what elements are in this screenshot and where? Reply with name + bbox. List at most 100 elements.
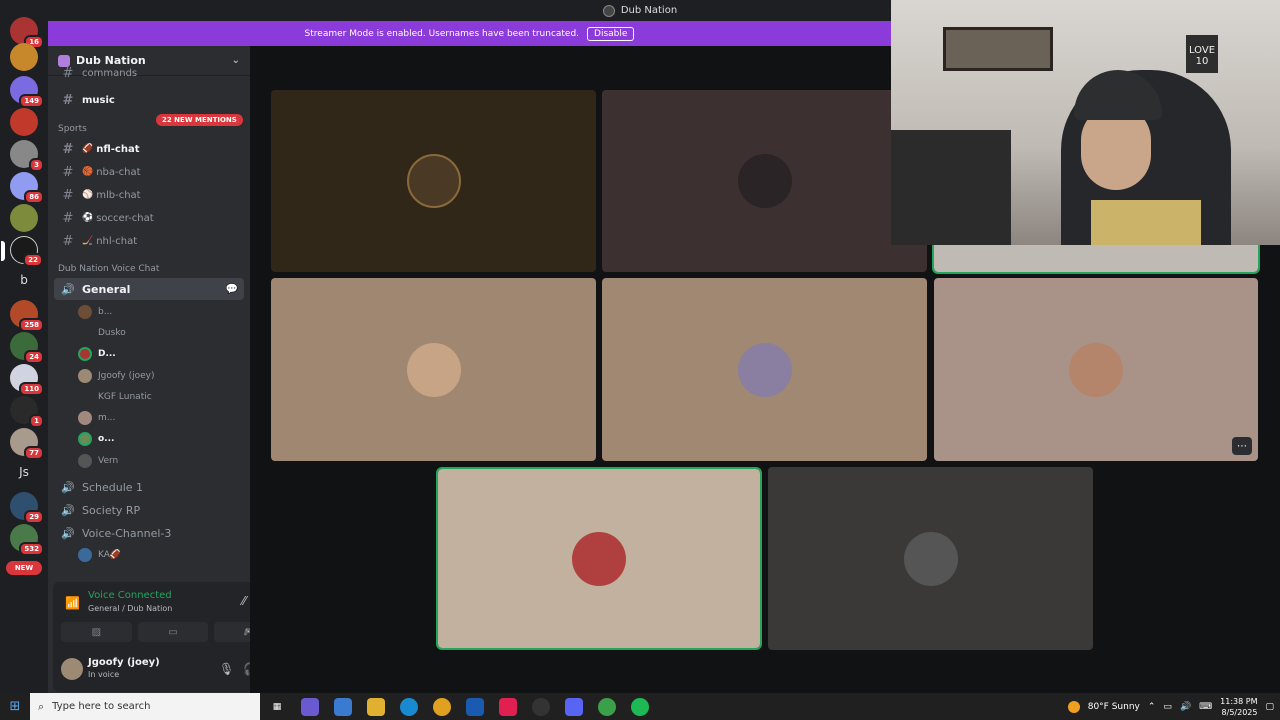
chrome-icon[interactable] — [598, 697, 616, 716]
voice-location[interactable]: General / Dub Nation — [88, 604, 172, 613]
server-icon[interactable]: 16 — [10, 17, 44, 49]
server-icon[interactable]: 110 — [10, 364, 44, 396]
camera-off-icon[interactable]: ▨ — [61, 622, 132, 642]
server-icon[interactable]: Js — [10, 458, 38, 486]
discord-icon[interactable] — [565, 697, 583, 716]
tiktok-icon[interactable] — [499, 697, 517, 716]
server-icon-active[interactable]: 22 — [1, 236, 43, 267]
server-icon[interactable]: 86 — [10, 172, 44, 204]
store-icon[interactable] — [334, 697, 352, 716]
voice-channel-3[interactable]: 🔊 Voice-Channel-3 — [54, 522, 244, 544]
server-icon[interactable]: b — [10, 266, 38, 294]
server-icon[interactable] — [10, 204, 38, 232]
participant-tile[interactable] — [271, 278, 596, 461]
voice-channel-general[interactable]: 🔊 General 💬 — [54, 278, 244, 300]
server-logo-icon — [602, 4, 615, 17]
keyboard-icon[interactable]: ⌨ — [1199, 702, 1212, 712]
voice-status[interactable]: Voice Connected — [88, 590, 172, 601]
taskbar-search[interactable]: ⌕ Type here to search — [30, 693, 260, 720]
server-icon[interactable]: 258 — [10, 300, 44, 332]
channel-label: commands — [82, 67, 138, 79]
channel-nhl-chat[interactable]: # 🏒 nhl-chat — [54, 231, 244, 251]
server-icon[interactable]: 149 — [10, 76, 44, 108]
server-icon[interactable]: 29 — [10, 492, 44, 524]
screen-share-icon[interactable]: ▭ — [137, 622, 209, 642]
server-icon[interactable] — [10, 108, 38, 136]
avatar — [78, 369, 92, 383]
participant-tile[interactable] — [768, 467, 1093, 650]
outlook-icon[interactable] — [466, 697, 484, 716]
participant-tile[interactable] — [602, 278, 927, 461]
server-icon[interactable]: 3 — [10, 140, 44, 172]
notifications-icon[interactable]: ▢ — [1265, 702, 1274, 712]
disable-button[interactable]: Disable — [587, 26, 635, 41]
voice-member[interactable]: Vern — [78, 451, 118, 471]
participant-tile[interactable] — [271, 90, 596, 272]
voice-member[interactable]: m... — [78, 408, 115, 428]
server-icon[interactable]: 1 — [10, 396, 44, 428]
hash-icon: # — [62, 233, 74, 249]
chrome-icon[interactable] — [433, 697, 451, 716]
chevron-up-icon[interactable]: ⌃ — [1148, 702, 1156, 712]
task-view-icon[interactable]: ▦ — [268, 698, 286, 716]
file-explorer-icon[interactable] — [367, 697, 385, 716]
category-voice[interactable]: Dub Nation Voice Chat — [58, 264, 159, 274]
window-title: Dub Nation — [620, 5, 678, 16]
sun-icon[interactable] — [1067, 700, 1080, 713]
network-icon[interactable]: ▭ — [1163, 702, 1172, 712]
voice-member[interactable]: D... — [78, 344, 116, 364]
channel-sidebar: Dub Nation ⌄ # commands # music 22 NEW M… — [48, 46, 293, 693]
clock[interactable]: 11:38 PM 8/5/2025 — [1220, 696, 1257, 718]
signal-icon[interactable]: 📶 — [65, 596, 80, 610]
unread-badge: 24 — [24, 350, 44, 364]
channel-mlb-chat[interactable]: # ⚾ mlb-chat — [54, 185, 244, 205]
username[interactable]: Jgoofy (joey) — [88, 657, 160, 668]
chat-bubble-icon[interactable]: 💬 — [226, 284, 238, 295]
microphone-icon[interactable]: 🎙 — [219, 662, 234, 676]
participant-tile[interactable]: ⋯ — [934, 278, 1258, 461]
avatar — [78, 548, 92, 562]
weather-text[interactable]: 80°F Sunny — [1088, 702, 1140, 712]
noise-suppression-icon[interactable]: ⁄⁄ — [242, 594, 246, 608]
channel-commands[interactable]: # commands — [54, 67, 244, 79]
voice-member[interactable]: Jgoofy (joey) — [78, 366, 154, 386]
taskbar-apps: ▦ — [268, 697, 649, 716]
new-mentions-badge[interactable]: 22 NEW MENTIONS — [156, 114, 243, 126]
obs-icon[interactable] — [532, 697, 550, 716]
channel-nfl-chat[interactable]: # 🏈 nfl-chat — [54, 139, 244, 159]
edge-icon[interactable] — [400, 697, 418, 716]
unread-badge: 1 — [29, 414, 44, 428]
participant-tile-speaking[interactable] — [436, 467, 762, 650]
server-icon[interactable] — [10, 43, 38, 71]
channel-soccer-chat[interactable]: # ⚽ soccer-chat — [54, 208, 244, 228]
voice-channel-schedule-1[interactable]: 🔊 Schedule 1 — [54, 476, 244, 498]
user-status: In voice — [88, 670, 120, 679]
volume-icon[interactable]: 🔊 — [1180, 702, 1191, 712]
server-icon[interactable]: 532 — [10, 524, 44, 556]
channel-music[interactable]: # music — [54, 90, 244, 110]
time: 11:38 PM — [1220, 696, 1258, 706]
wall-poster-image — [943, 27, 1053, 71]
participant-tile[interactable] — [602, 90, 927, 272]
voice-member[interactable]: KGF Lunatic — [78, 387, 152, 407]
voice-channel-society-rp[interactable]: 🔊 Society RP — [54, 499, 244, 521]
shelf-image — [891, 130, 1011, 245]
webcam-overlay: LOVE 10 — [891, 0, 1280, 245]
category-sports[interactable]: Sports — [58, 124, 87, 134]
spotify-icon[interactable] — [631, 697, 649, 716]
new-servers-badge[interactable]: NEW — [6, 561, 42, 575]
server-icon[interactable]: 24 — [10, 332, 44, 364]
channel-label: Schedule 1 — [82, 480, 144, 494]
windows-start-icon[interactable]: ⊞ — [0, 699, 30, 714]
copilot-icon[interactable] — [301, 697, 319, 716]
voice-member[interactable]: o... — [78, 429, 114, 449]
voice-member[interactable]: Dusko — [78, 323, 126, 343]
channel-nba-chat[interactable]: # 🏀 nba-chat — [54, 162, 244, 182]
voice-member[interactable]: b... — [78, 302, 112, 322]
unread-badge: 22 — [23, 253, 43, 267]
avatar — [737, 342, 792, 397]
avatar[interactable] — [61, 658, 83, 680]
more-options-icon[interactable]: ⋯ — [1232, 437, 1252, 455]
server-icon[interactable]: 77 — [10, 428, 44, 460]
voice-member[interactable]: KA🏈 — [78, 545, 121, 565]
